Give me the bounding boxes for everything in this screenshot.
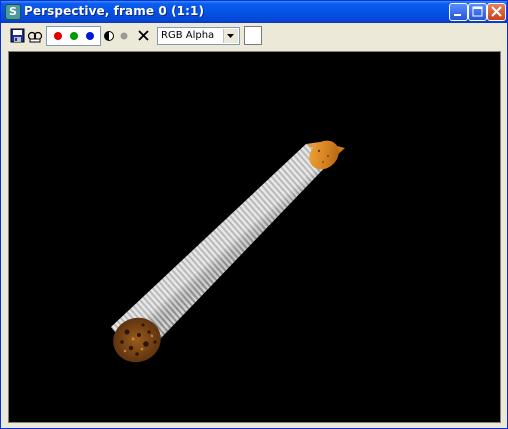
clone-button[interactable]: [27, 28, 43, 44]
color-swatch[interactable]: [244, 26, 262, 45]
clone-icon: [27, 31, 43, 43]
maximize-icon: [472, 6, 483, 17]
mono-icon: [104, 31, 114, 41]
render-frame-window: S Perspective, frame 0 (1:1) RGB Alpha: [0, 0, 508, 429]
minimize-icon: [454, 14, 461, 16]
save-button[interactable]: [10, 28, 26, 44]
save-icon: [10, 28, 25, 43]
channel-toggle-group: [46, 26, 101, 46]
maximize-button[interactable]: [468, 3, 487, 21]
render-viewport: [8, 51, 501, 423]
alpha-channel-toggle[interactable]: [117, 28, 133, 44]
rendered-image: [111, 140, 345, 363]
title-bar[interactable]: S Perspective, frame 0 (1:1): [1, 1, 507, 23]
blue-channel-toggle[interactable]: [86, 32, 94, 40]
chevron-down-icon[interactable]: [223, 29, 238, 43]
toolbar: RGB Alpha: [1, 23, 507, 49]
mono-button[interactable]: [101, 28, 117, 44]
close-icon: [491, 6, 502, 17]
channel-select[interactable]: RGB Alpha: [157, 27, 240, 45]
red-channel-toggle[interactable]: [54, 32, 62, 40]
app-icon: S: [5, 4, 21, 20]
channel-select-value: RGB Alpha: [161, 30, 215, 41]
window-title: Perspective, frame 0 (1:1): [24, 4, 205, 18]
close-button[interactable]: [487, 3, 506, 21]
clear-button[interactable]: [136, 28, 152, 44]
clear-icon: [138, 30, 149, 41]
alpha-dot-icon: [120, 32, 128, 40]
minimize-button[interactable]: [449, 3, 468, 21]
green-channel-toggle[interactable]: [70, 32, 78, 40]
